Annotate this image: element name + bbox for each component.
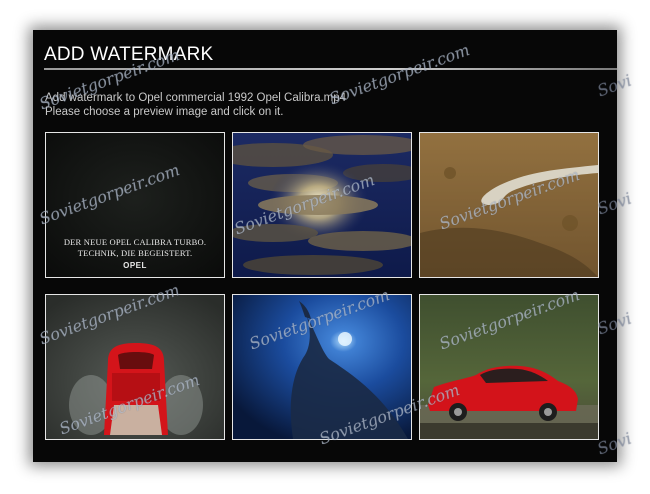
moonlit-clouds-image	[233, 133, 411, 277]
preview-thumbnail-1[interactable]: DER NEUE OPEL CALIBRA TURBO. TECHNIK, DI…	[45, 132, 225, 278]
title-divider	[44, 68, 617, 70]
red-car-top-view-image	[46, 295, 224, 439]
opel-logo: OPEL	[123, 261, 147, 270]
instruction-line-choose: Please choose a preview image and click …	[45, 106, 284, 118]
thumbnail-caption-line-1: DER NEUE OPEL CALIBRA TURBO.	[63, 237, 207, 247]
add-watermark-dialog: ADD WATERMARK Add watermark to Opel comm…	[33, 30, 617, 462]
instruction-line-file: Add watermark to Opel commercial 1992 Op…	[45, 92, 347, 104]
preview-thumbnail-6[interactable]	[419, 294, 599, 440]
mountain-road-image	[420, 133, 598, 277]
preview-thumbnail-3[interactable]	[419, 132, 599, 278]
dialog-title: ADD WATERMARK	[44, 44, 214, 65]
preview-thumbnail-5[interactable]	[232, 294, 412, 440]
underwater-whale-image	[233, 295, 411, 439]
dialog-instructions: Add watermark to Opel commercial 1992 Op…	[45, 91, 346, 119]
thumbnail-caption-line-2: TECHNIK, DIE BEGEISTERT.	[77, 248, 193, 258]
screenshot-stage: ADD WATERMARK Add watermark to Opel comm…	[0, 0, 650, 494]
red-coupe-side-image	[420, 295, 598, 439]
preview-thumbnail-4[interactable]	[45, 294, 225, 440]
preview-thumbnail-2[interactable]	[232, 132, 412, 278]
